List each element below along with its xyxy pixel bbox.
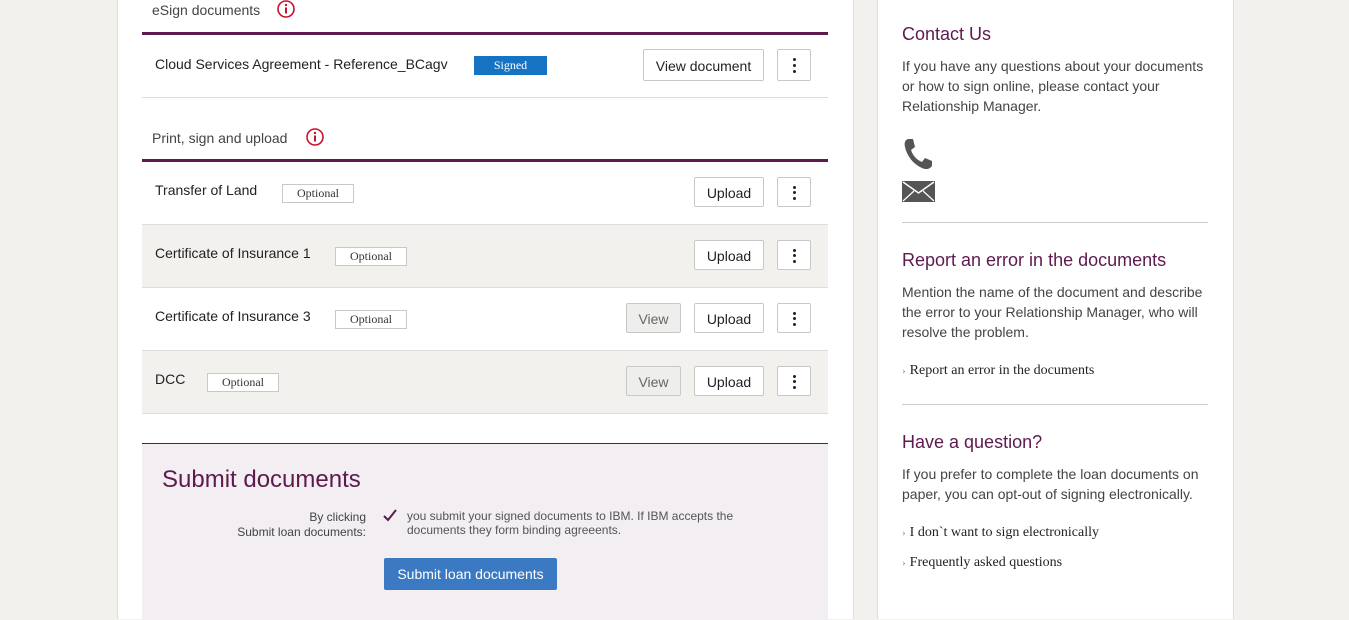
documents-panel: eSign documents Cloud Services Agreement…: [117, 0, 854, 620]
upload-button[interactable]: Upload: [694, 366, 764, 396]
upload-button[interactable]: Upload: [694, 303, 764, 333]
help-sidebar: Contact Us If you have any questions abo…: [877, 0, 1234, 619]
document-name: Certificate of Insurance 1: [155, 245, 311, 261]
view-button[interactable]: View: [626, 366, 681, 396]
have-question-text: If you prefer to complete the loan docum…: [902, 466, 1199, 502]
upload-button[interactable]: Upload: [694, 240, 764, 270]
more-options-button[interactable]: [777, 177, 811, 207]
document-name: Certificate of Insurance 3: [155, 308, 311, 324]
envelope-icon[interactable]: [902, 181, 935, 202]
faq-link-label: Frequently asked questions: [909, 555, 1063, 570]
submit-description: you submit your signed documents to IBM.…: [407, 509, 734, 537]
document-row-transfer-of-land: Transfer of Land Optional Upload: [142, 162, 828, 225]
faq-link[interactable]: › Frequently asked questions: [902, 555, 1062, 571]
esign-document-row: Cloud Services Agreement - Reference_BCa…: [142, 35, 828, 98]
divider: [902, 222, 1208, 223]
upload-button[interactable]: Upload: [694, 177, 764, 207]
optional-badge: Optional: [335, 247, 407, 266]
submit-loan-documents-button[interactable]: Submit loan documents: [384, 558, 557, 590]
report-error-title: Report an error in the documents: [902, 250, 1167, 270]
divider: [902, 404, 1208, 405]
optional-badge: Optional: [282, 184, 354, 203]
submit-documents-section: Submit documents By clicking Submit loan…: [142, 443, 828, 620]
submit-label: By clicking Submit loan documents:: [237, 510, 366, 540]
document-name: DCC: [155, 371, 186, 387]
opt-out-link[interactable]: › I don`t want to sign electronically: [902, 525, 1099, 541]
optional-badge: Optional: [207, 373, 279, 392]
submit-label-line2: Submit loan documents:: [237, 525, 366, 539]
report-error-text: Mention the name of the document and des…: [902, 284, 1203, 340]
contact-us-title: Contact Us: [902, 24, 992, 44]
print-sign-section-heading: Print, sign and upload: [142, 97, 828, 162]
view-document-button[interactable]: View document: [643, 49, 764, 81]
more-options-button[interactable]: [777, 366, 811, 396]
chevron-right-icon: ›: [902, 527, 906, 539]
contact-us-text: If you have any questions about your doc…: [902, 58, 1204, 114]
report-error-link-label: Report an error in the documents: [909, 363, 1095, 378]
document-name: Cloud Services Agreement - Reference_BCa…: [155, 56, 448, 72]
report-error-link[interactable]: › Report an error in the documents: [902, 363, 1094, 379]
esign-heading-label: eSign documents: [152, 2, 261, 18]
have-question-title: Have a question?: [902, 432, 1043, 452]
chevron-right-icon: ›: [902, 365, 906, 377]
phone-icon[interactable]: [902, 137, 934, 171]
view-button[interactable]: View: [626, 303, 681, 333]
more-options-button[interactable]: [777, 49, 811, 81]
more-options-button[interactable]: [777, 240, 811, 270]
checkmark-icon: [383, 509, 397, 522]
submit-label-line1: By clicking: [309, 510, 366, 524]
opt-out-link-label: I don`t want to sign electronically: [909, 525, 1100, 540]
document-row-certificate-of-insurance-1: Certificate of Insurance 1 Optional Uplo…: [142, 225, 828, 288]
esign-section-heading: eSign documents: [142, 0, 828, 35]
signed-status-badge: Signed: [474, 56, 547, 75]
optional-badge: Optional: [335, 310, 407, 329]
info-icon[interactable]: [277, 0, 295, 18]
document-name: Transfer of Land: [155, 182, 258, 198]
info-icon[interactable]: [306, 128, 324, 146]
print-sign-heading-label: Print, sign and upload: [152, 130, 288, 146]
document-row-dcc: DCC Optional View Upload: [142, 351, 828, 414]
submit-title: Submit documents: [162, 466, 361, 493]
document-row-certificate-of-insurance-3: Certificate of Insurance 3 Optional View…: [142, 288, 828, 351]
chevron-right-icon: ›: [902, 557, 906, 569]
more-options-button[interactable]: [777, 303, 811, 333]
